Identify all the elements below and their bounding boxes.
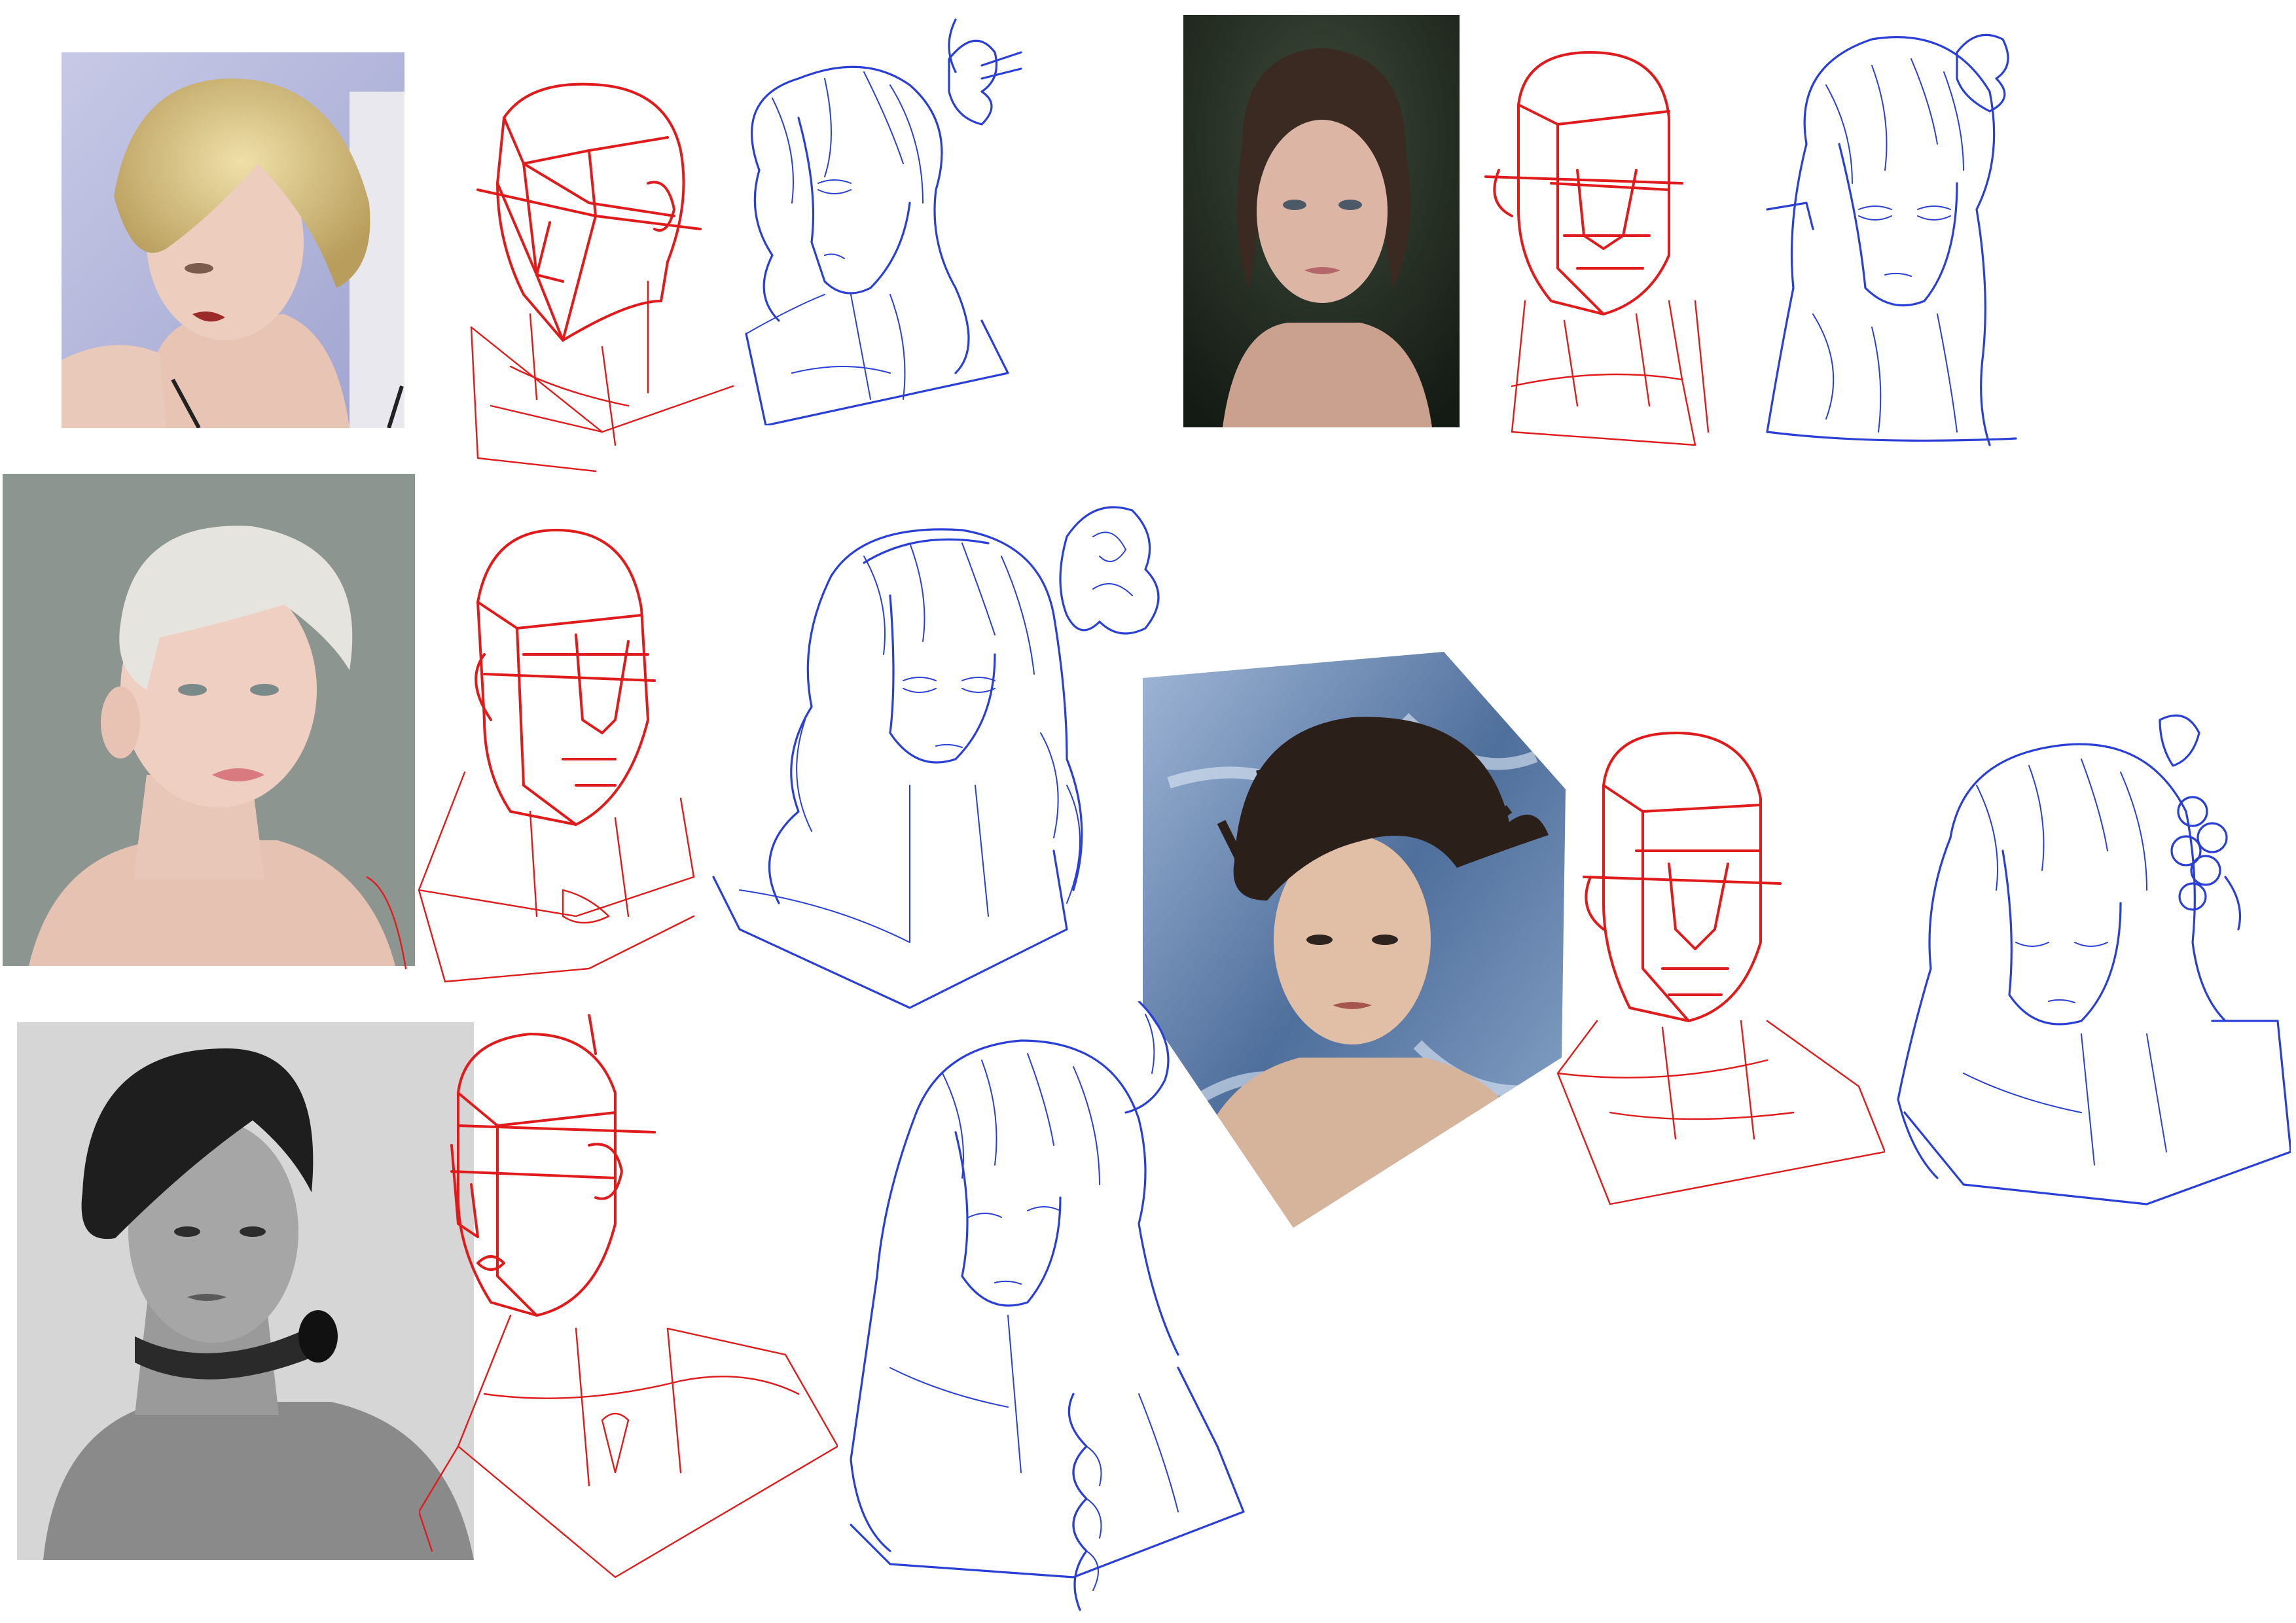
construction-sketch-5	[419, 1014, 838, 1590]
construction-sketch-3	[367, 524, 707, 995]
lineart-sketch-1	[694, 7, 1034, 425]
lineart-sketch-4	[1885, 707, 2291, 1211]
lineart-sketch-5	[812, 1001, 1270, 1623]
lineart-sketch-3	[700, 484, 1172, 1021]
construction-sketch-4	[1532, 720, 1885, 1217]
lineart-sketch-2	[1741, 13, 2042, 458]
photo-black-hair-choker	[17, 1022, 474, 1560]
photo-platinum-grey-bg	[3, 474, 415, 966]
photo-brunette-dark-bg	[1183, 15, 1460, 427]
construction-sketch-2	[1473, 39, 1715, 458]
photo-blonde-bob	[62, 52, 404, 428]
drawing-canvas	[0, 0, 2296, 1623]
